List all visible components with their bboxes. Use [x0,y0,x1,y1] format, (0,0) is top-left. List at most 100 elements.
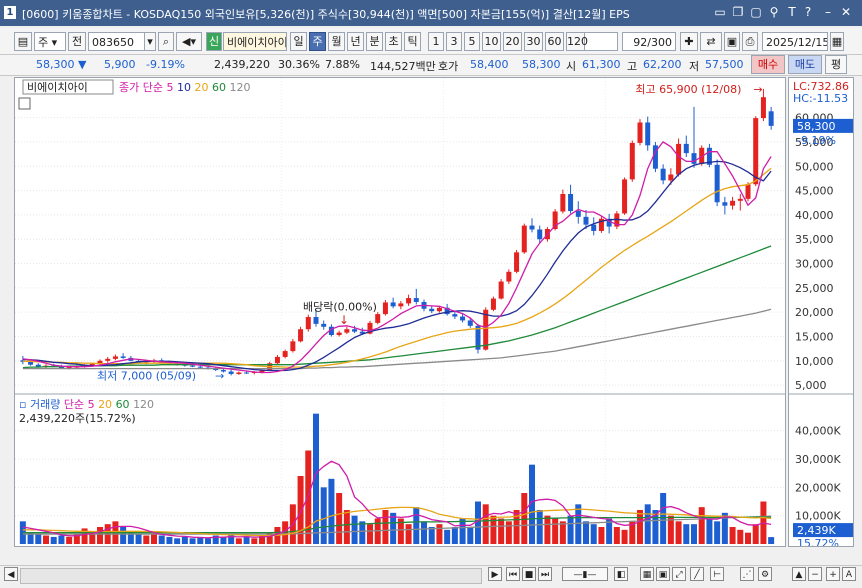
volume-bar [583,521,589,544]
interval-button-20[interactable]: 20 [503,32,522,51]
ruler-icon[interactable]: ⊢ [710,567,724,581]
trend-icon[interactable]: ⋰ [740,567,754,581]
zoom-out-icon[interactable]: ◧ [614,567,628,581]
y-tick-label: 15,000 [795,330,834,343]
interval-button-5[interactable]: 5 [464,32,480,51]
candle-body [344,329,350,333]
volume-bar [251,538,258,544]
stock-name: 비에이치아이 [223,32,287,51]
candle-body [490,298,496,310]
eval-button[interactable]: 평 [825,55,847,74]
window-icon[interactable]: ▭ [713,5,727,19]
pin-icon[interactable]: ⚲ [767,5,781,19]
period-button-3[interactable]: 년 [347,32,364,51]
candle-body [236,372,242,374]
low-price: 57,500 [705,58,744,71]
jump-start-icon[interactable]: ⏮ [506,567,520,581]
scroll-up-icon[interactable]: ▲ [792,567,806,581]
period-button-6[interactable]: 틱 [404,32,421,51]
candle-body [120,356,126,358]
restore-icon[interactable]: ▢ [749,5,763,19]
close-icon[interactable]: ✕ [839,5,853,19]
candle-body [691,153,697,164]
ma10-line [22,160,772,372]
price-chart[interactable]: 비에이치아이 종가 단순 5 10 20 60 120 최고 65,900 (12… [15,78,785,559]
interval-button-10[interactable]: 10 [482,32,501,51]
expand-icon[interactable]: A [842,567,856,581]
candle-body [760,97,766,119]
y-tick-label: 50,000 [795,160,834,173]
candle-body [467,320,473,326]
volume-bar [189,538,196,544]
search-icon[interactable]: ⌕ [158,32,174,51]
vol-ma5-line [22,460,772,539]
sell-button[interactable]: 매수 [751,55,785,74]
high-annotation: 최고 65,900 (12/08) [635,83,741,96]
scrollbar-track[interactable] [20,568,482,584]
scroll-left-icon[interactable]: ◀ [4,567,18,581]
toggle-icon[interactable]: ⇄ [700,32,722,51]
dividend-annotation: 배당락(0.00%) [303,300,377,313]
buy-button[interactable]: 매도 [788,55,822,74]
candle-body [244,372,250,374]
layout-icon[interactable]: ▤ [14,32,32,51]
candle-body [629,142,635,180]
count-total: /300 [647,36,672,49]
count-value: 92 [633,36,648,49]
candle-body [352,329,358,332]
interval-button-120[interactable]: 120 [566,32,588,51]
interval-button-30[interactable]: 30 [524,32,543,51]
print-icon[interactable]: ⎙ [742,32,758,51]
candle-body [537,229,543,240]
period-button-1[interactable]: 주 [309,32,326,51]
count-input[interactable]: 92/300 [622,32,676,51]
save-icon[interactable]: ▣ [724,32,740,51]
period-button-4[interactable]: 분 [366,32,383,51]
line-icon[interactable]: ╱ [690,567,704,581]
calendar-icon[interactable]: ▦ [830,32,844,51]
candle-body [390,302,396,307]
zoom-plus-icon[interactable]: + [826,567,840,581]
text-icon[interactable]: T [785,5,799,19]
volume-bar [451,527,458,544]
scroll-right-icon[interactable]: ▶ [488,567,502,581]
period-button-2[interactable]: 월 [328,32,345,51]
volume-bar [575,504,582,544]
code-dropdown-icon[interactable]: ▾ [144,32,156,51]
fit-icon[interactable]: ⤢ [672,567,686,581]
candle-body [591,224,597,231]
speaker-icon[interactable]: ◀▾ [176,32,202,51]
volume-bar [521,493,528,544]
candle-body [460,316,466,321]
candle-body [28,361,34,365]
interval-button-3[interactable]: 3 [446,32,462,51]
date-input[interactable]: 2025/12/15 [762,32,828,51]
settings-icon[interactable]: ⚙ [758,567,772,581]
stop-icon[interactable]: ■ [522,567,536,581]
grid2-icon[interactable]: ▣ [656,567,670,581]
price-value: 58,300 [36,58,75,71]
candle-body [529,225,535,230]
zoom-slider[interactable]: —▮— [562,567,608,581]
volume-bar [613,527,620,544]
interval-button-1[interactable]: 1 [428,32,444,51]
crosshair-icon[interactable]: ✚ [680,32,698,51]
help-icon[interactable]: ? [801,5,815,19]
interval-button-60[interactable]: 60 [545,32,564,51]
candle-body [429,308,435,312]
open-price: 61,300 [582,58,621,71]
candle-body [197,366,203,368]
zoom-minus-icon[interactable]: − [808,567,822,581]
candle-body [683,143,689,154]
period-button-5[interactable]: 초 [385,32,402,51]
minimize-icon[interactable]: – [821,5,835,19]
volume-bar [444,529,451,544]
tile-icon[interactable]: ❐ [731,5,745,19]
prev-button[interactable]: 전 [68,32,86,51]
volume-bar [729,527,736,544]
jump-end-icon[interactable]: ⏭ [538,567,552,581]
period-type-select[interactable]: 주 ▾ [34,32,66,51]
period-button-0[interactable]: 일 [290,32,307,51]
grid-icon[interactable]: ▦ [640,567,654,581]
volume-bar [567,515,574,544]
